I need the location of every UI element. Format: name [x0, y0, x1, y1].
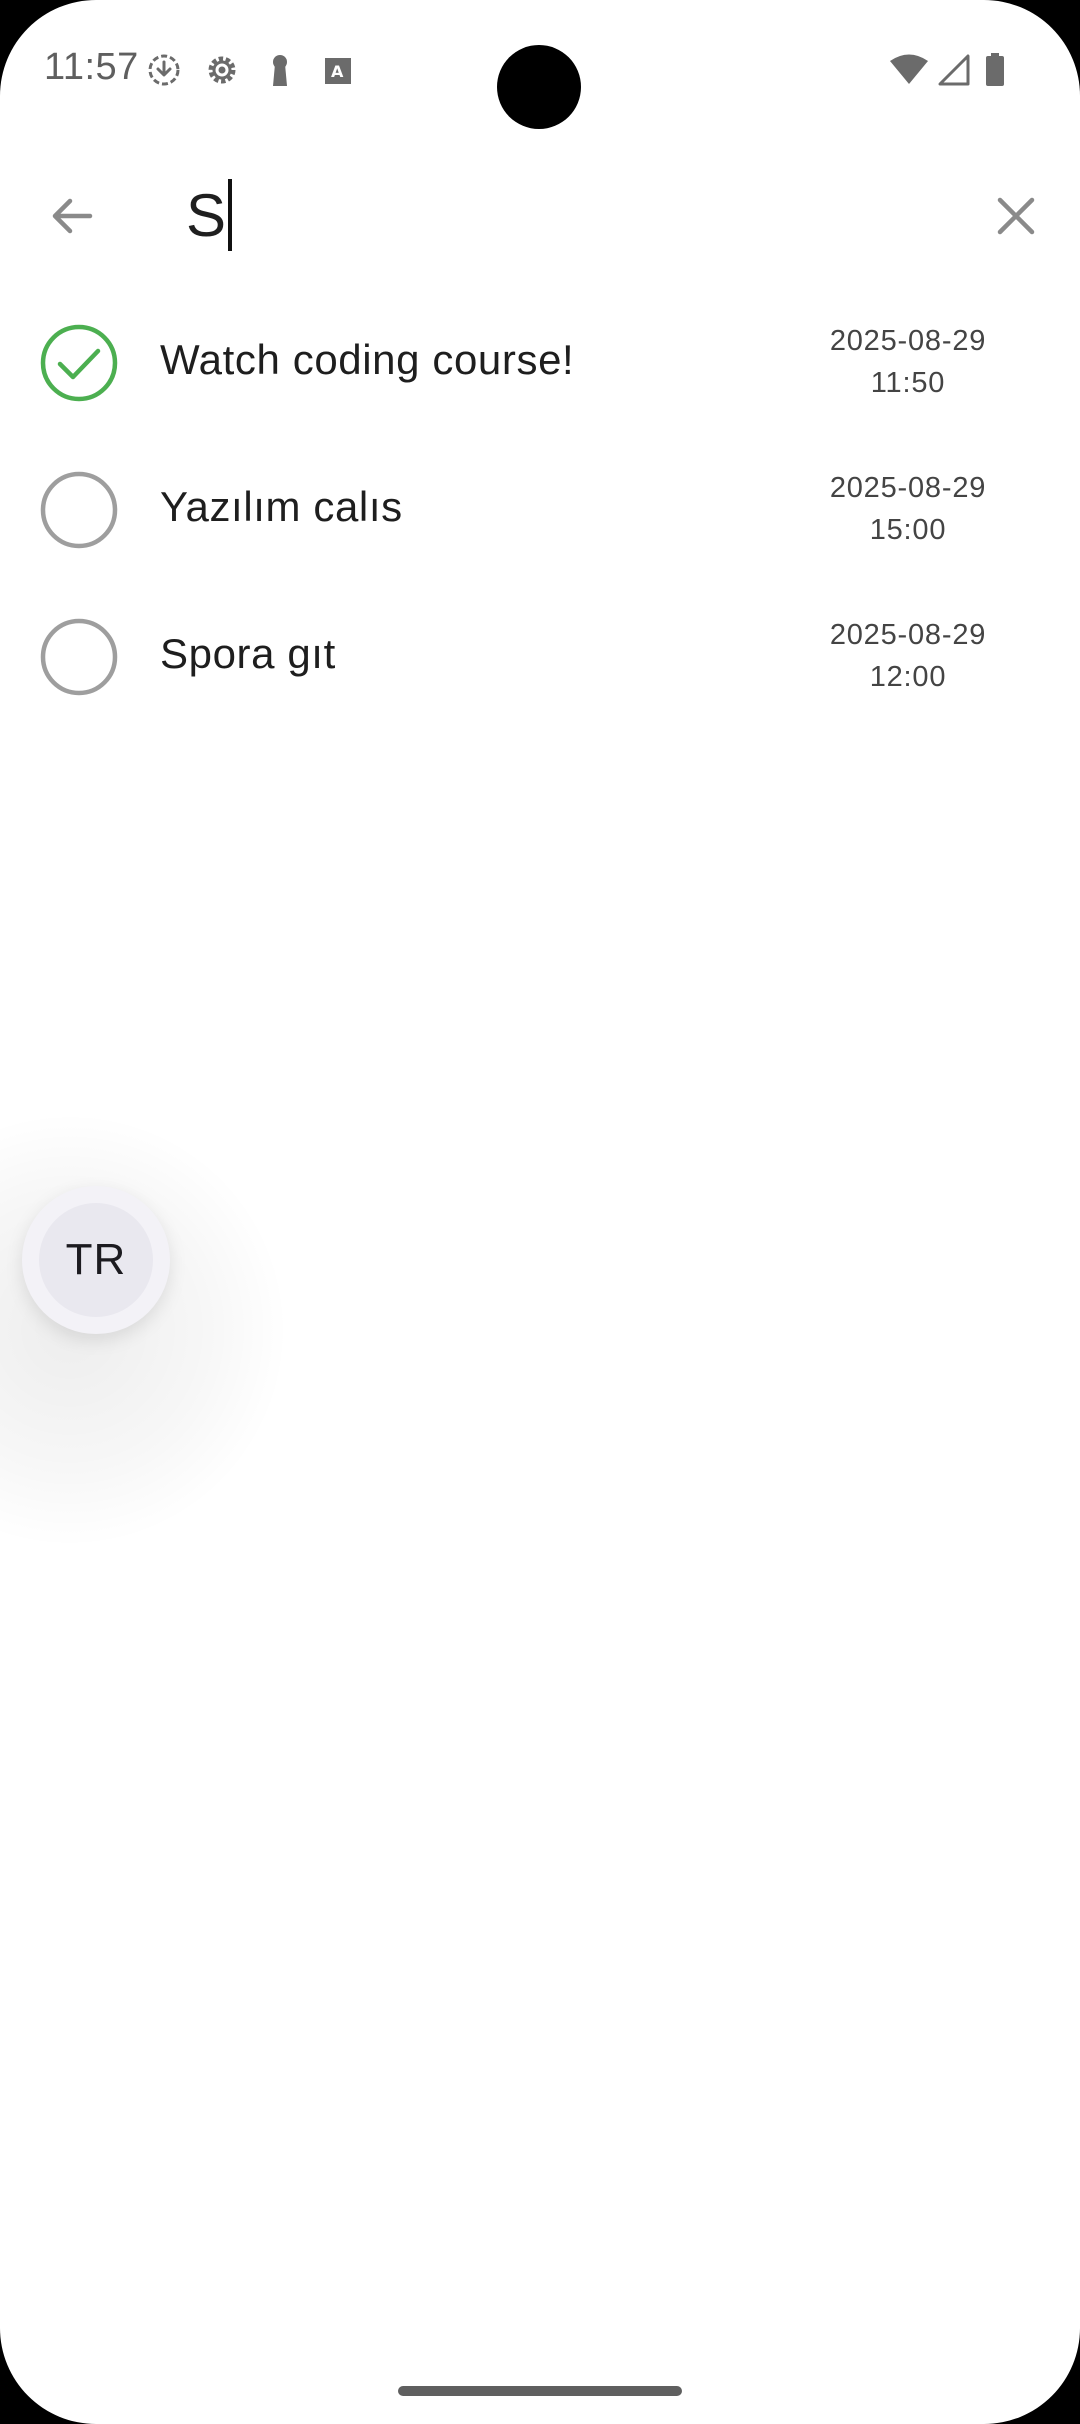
task-date: 2025-08-29: [829, 619, 987, 651]
unchecked-circle-icon[interactable]: [40, 618, 118, 696]
task-title: Yazılım calıs: [160, 483, 403, 530]
search-input[interactable]: S: [186, 170, 946, 260]
language-toggle-button[interactable]: TR: [22, 1186, 170, 1334]
task-datetime: 2025-08-29 12:00: [798, 614, 1018, 698]
clear-search-button[interactable]: [980, 180, 1052, 252]
task-datetime: 2025-08-29 11:50: [798, 320, 1018, 404]
task-title: Spora gıt: [160, 630, 336, 677]
wifi-icon: [888, 52, 930, 88]
task-date: 2025-08-29: [829, 325, 987, 357]
status-time: 11:57: [44, 46, 139, 88]
camera-cutout: [497, 45, 581, 129]
search-bar: S: [0, 160, 1080, 270]
language-label: TR: [39, 1203, 153, 1317]
back-button[interactable]: [36, 180, 108, 252]
language-button-glow: [0, 1110, 290, 1550]
home-indicator[interactable]: [398, 2386, 682, 2396]
status-bar: 11:57 A: [0, 0, 1080, 140]
task-item[interactable]: Spora gıt 2025-08-29 12:00: [0, 594, 1080, 734]
task-time: 11:50: [870, 367, 946, 399]
task-item[interactable]: Watch coding course! 2025-08-29 11:50: [0, 300, 1080, 440]
gear-icon: [204, 52, 240, 88]
close-icon: [997, 197, 1035, 235]
unchecked-circle-icon[interactable]: [40, 471, 118, 549]
task-title: Watch coding course!: [160, 336, 575, 383]
arrow-left-icon: [52, 198, 93, 234]
search-query: S: [186, 181, 227, 249]
text-scan-icon: A: [320, 52, 356, 88]
signal-icon: [936, 52, 972, 88]
text-caret: [228, 179, 233, 251]
app-screen: 11:57 A S Watch coding course! 2025-08-2…: [0, 0, 1080, 2424]
task-date: 2025-08-29: [829, 472, 987, 504]
task-item[interactable]: Yazılım calıs 2025-08-29 15:00: [0, 447, 1080, 587]
task-time: 15:00: [869, 514, 947, 546]
task-datetime: 2025-08-29 15:00: [798, 467, 1018, 551]
task-time: 12:00: [869, 661, 947, 693]
keyhole-icon: [262, 52, 298, 88]
download-icon: [146, 52, 182, 88]
svg-text:A: A: [331, 62, 344, 81]
battery-icon: [982, 52, 1008, 88]
checked-circle-icon[interactable]: [40, 324, 118, 402]
